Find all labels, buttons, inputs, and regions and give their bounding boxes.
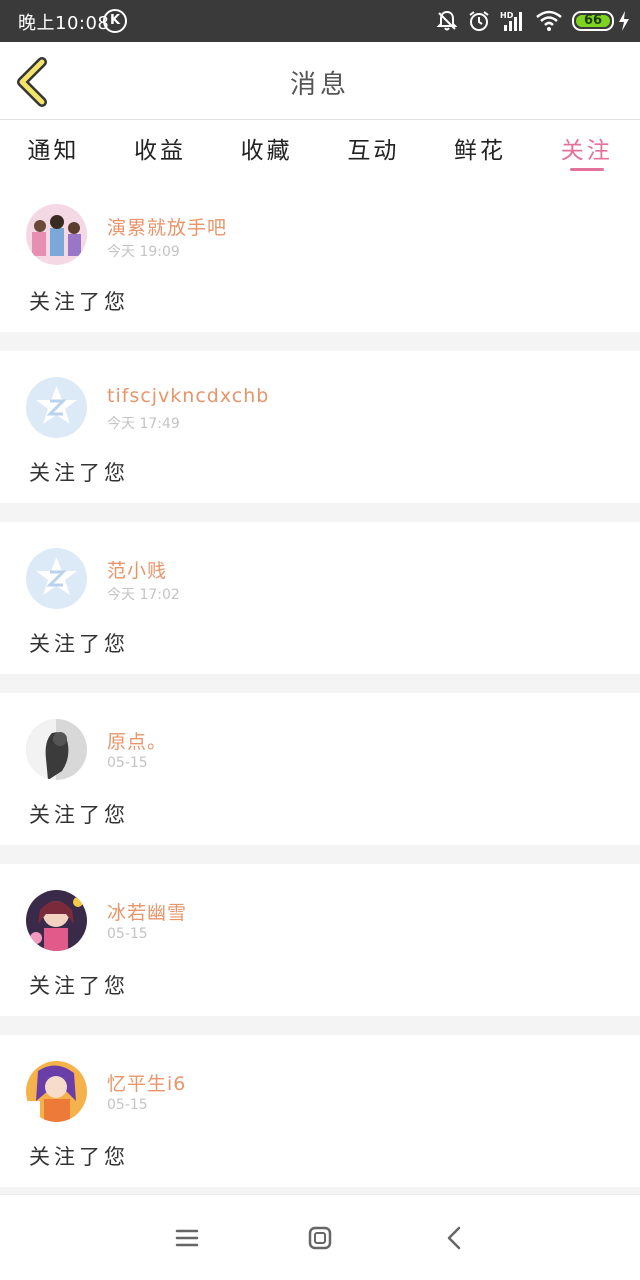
svg-text:HD: HD — [500, 11, 514, 20]
username[interactable]: 原点。 — [107, 727, 167, 754]
list-item[interactable]: 演累就放手吧 今天 19:09 关注了您 — [0, 180, 640, 332]
menu-icon — [175, 1229, 199, 1247]
tab-label: 收益 — [134, 138, 186, 164]
tab-favorites[interactable]: 收藏 — [213, 121, 320, 177]
divider — [0, 845, 640, 864]
menu-button[interactable] — [172, 1223, 202, 1253]
avatar[interactable] — [26, 377, 87, 438]
avatar[interactable] — [26, 719, 87, 780]
tab-earnings[interactable]: 收益 — [107, 121, 214, 177]
battery-level: 66 — [576, 14, 610, 27]
tab-label: 鲜花 — [454, 138, 507, 164]
timestamp: 05-15 — [107, 1097, 148, 1113]
avatar[interactable] — [26, 204, 87, 265]
message-text: 关注了您 — [29, 290, 129, 314]
hd-signal-icon: HD — [500, 11, 522, 31]
wifi-icon — [536, 10, 562, 31]
tab-label: 通知 — [27, 138, 80, 164]
timestamp: 今天 17:02 — [107, 587, 180, 603]
home-icon — [308, 1226, 332, 1250]
message-text: 关注了您 — [29, 1145, 129, 1169]
divider — [0, 674, 640, 693]
back-icon — [447, 1226, 461, 1250]
system-nav-bar — [0, 1194, 640, 1280]
divider — [0, 332, 640, 351]
message-text: 关注了您 — [29, 974, 129, 998]
follow-message-list: 演累就放手吧 今天 19:09 关注了您 tifscjvkncdxchb 今天 … — [0, 180, 640, 1197]
username[interactable]: 范小贱 — [107, 556, 167, 583]
list-item[interactable]: 范小贱 今天 17:02 关注了您 — [0, 522, 640, 674]
divider — [0, 1016, 640, 1035]
username[interactable]: 冰若幽雪 — [107, 898, 187, 925]
divider — [0, 503, 640, 522]
k-app-icon: K — [103, 9, 127, 33]
username[interactable]: 演累就放手吧 — [107, 213, 227, 240]
status-time: 晚上10:08 — [18, 13, 110, 34]
page-title: 消息 — [289, 70, 350, 100]
status-bar: 晚上10:08 K HD 66 — [0, 0, 640, 42]
timestamp: 05-15 — [107, 755, 148, 771]
tab-label: 收藏 — [240, 138, 293, 164]
timestamp: 今天 17:49 — [107, 416, 180, 432]
alarm-icon — [469, 11, 489, 31]
tab-bar: 通知 收益 收藏 互动 鲜花 关注 — [0, 121, 640, 177]
username[interactable]: 忆平生i6 — [107, 1069, 186, 1096]
back-nav-button[interactable] — [440, 1223, 470, 1253]
battery-icon: 66 — [572, 11, 614, 31]
home-button[interactable] — [305, 1223, 335, 1253]
avatar[interactable] — [26, 1061, 87, 1122]
avatar[interactable] — [26, 890, 87, 951]
tab-label: 互动 — [347, 138, 400, 164]
message-text: 关注了您 — [29, 803, 129, 827]
list-item[interactable]: tifscjvkncdxchb 今天 17:49 关注了您 — [0, 351, 640, 503]
app-header: 消息 — [0, 42, 640, 120]
tab-following[interactable]: 关注 — [533, 121, 640, 177]
status-icons: HD 66 — [426, 8, 630, 34]
timestamp: 05-15 — [107, 926, 148, 942]
avatar[interactable] — [26, 548, 87, 609]
list-item[interactable]: 原点。 05-15 关注了您 — [0, 693, 640, 845]
tab-notifications[interactable]: 通知 — [0, 121, 107, 177]
message-text: 关注了您 — [29, 461, 129, 485]
active-tab-indicator — [569, 168, 604, 171]
timestamp: 今天 19:09 — [107, 244, 180, 260]
message-text: 关注了您 — [29, 632, 129, 656]
tab-label: 关注 — [560, 138, 613, 164]
username[interactable]: tifscjvkncdxchb — [107, 385, 269, 407]
list-item[interactable]: 忆平生i6 05-15 关注了您 — [0, 1035, 640, 1187]
list-item[interactable]: 冰若幽雪 05-15 关注了您 — [0, 864, 640, 1016]
charging-bolt-icon — [619, 11, 629, 31]
tab-interactions[interactable]: 互动 — [320, 121, 427, 177]
mute-bell-icon — [436, 10, 458, 31]
tab-flowers[interactable]: 鲜花 — [427, 121, 534, 177]
